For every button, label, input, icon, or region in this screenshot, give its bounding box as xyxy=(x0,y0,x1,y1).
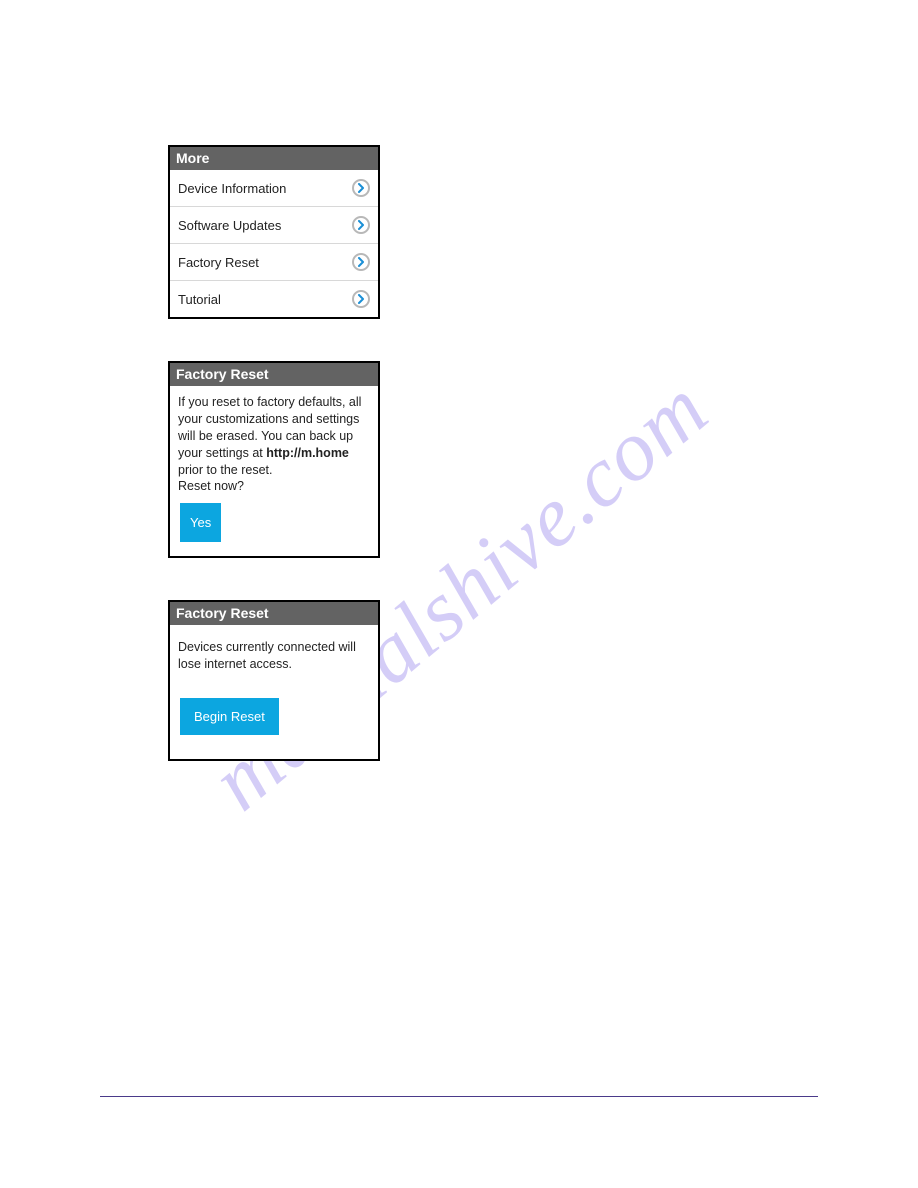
page-content: More Device Information Software Updates… xyxy=(168,145,768,803)
reset-body-text-2: prior to the reset. xyxy=(178,463,273,477)
factory-reset-begin-body: Devices currently connected will lose in… xyxy=(170,625,378,759)
factory-reset-begin-panel: Factory Reset Devices currently connecte… xyxy=(168,600,380,761)
list-item-device-information[interactable]: Device Information xyxy=(170,170,378,207)
factory-reset-begin-title: Factory Reset xyxy=(170,602,378,625)
more-panel: More Device Information Software Updates… xyxy=(168,145,380,319)
chevron-right-icon xyxy=(352,179,370,197)
list-item-factory-reset[interactable]: Factory Reset xyxy=(170,244,378,281)
reset-body-url: http://m.home xyxy=(266,446,349,460)
list-item-label: Factory Reset xyxy=(178,255,259,270)
list-item-label: Tutorial xyxy=(178,292,221,307)
factory-reset-confirm-panel: Factory Reset If you reset to factory de… xyxy=(168,361,380,558)
list-item-label: Software Updates xyxy=(178,218,281,233)
chevron-right-icon xyxy=(352,216,370,234)
begin-body-text: Devices currently connected will lose in… xyxy=(178,640,356,671)
yes-button[interactable]: Yes xyxy=(180,503,221,542)
factory-reset-confirm-body: If you reset to factory defaults, all yo… xyxy=(170,386,378,556)
reset-body-text-3: Reset now? xyxy=(178,479,244,493)
list-item-label: Device Information xyxy=(178,181,286,196)
more-panel-title: More xyxy=(170,147,378,170)
list-item-software-updates[interactable]: Software Updates xyxy=(170,207,378,244)
footer-divider xyxy=(100,1096,818,1097)
list-item-tutorial[interactable]: Tutorial xyxy=(170,281,378,317)
factory-reset-confirm-title: Factory Reset xyxy=(170,363,378,386)
chevron-right-icon xyxy=(352,253,370,271)
begin-reset-button[interactable]: Begin Reset xyxy=(180,698,279,735)
chevron-right-icon xyxy=(352,290,370,308)
